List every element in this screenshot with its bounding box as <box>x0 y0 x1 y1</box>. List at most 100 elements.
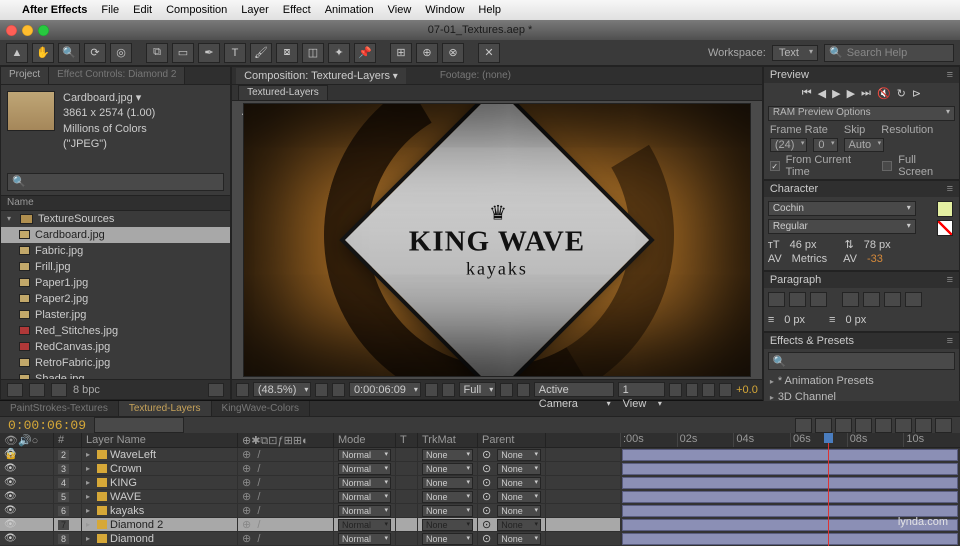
puppet-tool[interactable]: 📌 <box>354 43 376 63</box>
playhead[interactable] <box>828 433 829 546</box>
eraser-tool[interactable]: ◫ <box>302 43 324 63</box>
layer-bar[interactable] <box>622 505 958 517</box>
prev-frame-button[interactable]: ◀ <box>818 87 826 100</box>
layer-row[interactable]: 👁3▸Crown⊕ /NormalNone⊙None <box>0 462 620 476</box>
workspace-dropdown[interactable]: Text <box>772 45 818 61</box>
next-frame-button[interactable]: ▶ <box>847 87 855 100</box>
effects-row[interactable]: ▸* Animation Presets <box>764 373 959 389</box>
interpret-footage-icon[interactable] <box>7 383 23 397</box>
layer-row[interactable]: 👁8▸Diamond⊕ /NormalNone⊙None <box>0 532 620 546</box>
parent-dropdown[interactable]: None <box>497 505 541 517</box>
rect-tool[interactable]: ▭ <box>172 43 194 63</box>
camera-tool[interactable]: ◎ <box>110 43 132 63</box>
delete-icon[interactable] <box>208 383 224 397</box>
traffic-lights[interactable] <box>6 25 49 36</box>
folder-row[interactable]: ▾TextureSources <box>1 211 230 227</box>
clone-tool[interactable]: ⧇ <box>276 43 298 63</box>
parent-pickwhip[interactable]: ⊙ <box>482 462 491 475</box>
justify-left-button[interactable] <box>842 292 859 307</box>
axis-world[interactable]: ⊕ <box>416 43 438 63</box>
auto-keyframe-icon[interactable] <box>915 418 932 433</box>
snap-tool[interactable]: ✕ <box>478 43 500 63</box>
project-item[interactable]: Cardboard.jpg <box>1 227 230 243</box>
project-search[interactable]: 🔍 <box>7 173 224 191</box>
parent-pickwhip[interactable]: ⊙ <box>482 532 491 545</box>
fill-color-swatch[interactable] <box>937 201 953 217</box>
kerning[interactable]: Metrics <box>792 253 827 265</box>
parent-pickwhip[interactable]: ⊙ <box>482 518 491 531</box>
parent-dropdown[interactable]: None <box>497 477 541 489</box>
menu-app[interactable]: After Effects <box>22 4 87 16</box>
flowchart-icon[interactable] <box>719 383 732 397</box>
first-frame-button[interactable]: ⏮ <box>802 87 812 100</box>
type-tool[interactable]: T <box>224 43 246 63</box>
blend-mode-dropdown[interactable]: Normal <box>338 449 391 461</box>
project-item[interactable]: RedCanvas.jpg <box>1 339 230 355</box>
trkmat-dropdown[interactable]: None <box>422 463 473 475</box>
font-style-dropdown[interactable]: Regular <box>768 219 916 234</box>
draft-3d-icon[interactable] <box>815 418 832 433</box>
blend-mode-dropdown[interactable]: Normal <box>338 491 391 503</box>
parent-pickwhip[interactable]: ⊙ <box>482 476 491 489</box>
project-item[interactable]: Shade.jpg <box>1 371 230 379</box>
layer-bar[interactable] <box>622 449 958 461</box>
macos-menubar[interactable]: After Effects File Edit Composition Laye… <box>0 0 960 20</box>
parent-dropdown[interactable]: None <box>497 533 541 545</box>
brainstorm-icon[interactable] <box>895 418 912 433</box>
blend-mode-dropdown[interactable]: Normal <box>338 477 391 489</box>
resolution-dropdown[interactable]: Full <box>459 382 497 397</box>
tracking[interactable]: -33 <box>867 253 883 265</box>
project-item-list[interactable]: ▾TextureSources Cardboard.jpgFabric.jpgF… <box>1 211 230 379</box>
snapshot-icon[interactable] <box>425 383 438 397</box>
timeline-icon[interactable] <box>702 383 715 397</box>
visibility-toggle[interactable]: 👁 <box>4 519 17 530</box>
axis-local[interactable]: ⊞ <box>390 43 412 63</box>
pen-tool[interactable]: ✒ <box>198 43 220 63</box>
panel-menu-icon[interactable]: ≡ <box>947 335 953 347</box>
trkmat-dropdown[interactable]: None <box>422 533 473 545</box>
visibility-toggle[interactable]: 👁 <box>4 505 17 516</box>
camera-dropdown[interactable]: Active Camera <box>534 382 614 397</box>
timeline-tracks[interactable]: :00s02s04s06s08s10s <box>620 433 960 546</box>
project-item[interactable]: Paper2.jpg <box>1 291 230 307</box>
align-left-button[interactable] <box>768 292 785 307</box>
stroke-color-swatch[interactable] <box>937 220 953 236</box>
zoom-button[interactable] <box>38 25 49 36</box>
project-item[interactable]: Red_Stitches.jpg <box>1 323 230 339</box>
new-folder-icon[interactable] <box>29 383 45 397</box>
graph-editor-icon[interactable] <box>935 418 952 433</box>
parent-pickwhip[interactable]: ⊙ <box>482 504 491 517</box>
ram-preview-button[interactable]: ⊳ <box>912 87 921 100</box>
menu-view[interactable]: View <box>388 4 412 16</box>
menu-animation[interactable]: Animation <box>325 4 374 16</box>
layer-row[interactable]: 👁6▸kayaks⊕ /NormalNone⊙None <box>0 504 620 518</box>
trkmat-dropdown[interactable]: None <box>422 505 473 517</box>
trkmat-dropdown[interactable]: None <box>422 449 473 461</box>
menu-layer[interactable]: Layer <box>241 4 269 16</box>
grid-icon[interactable] <box>315 383 328 397</box>
frame-blend-icon[interactable] <box>855 418 872 433</box>
blend-mode-dropdown[interactable]: Normal <box>338 519 391 531</box>
visibility-toggle[interactable]: 👁 <box>4 477 17 488</box>
hide-shy-icon[interactable] <box>835 418 852 433</box>
fullscreen-checkbox[interactable] <box>882 161 892 171</box>
project-column-header[interactable]: Name <box>1 195 230 211</box>
font-size[interactable]: 46 px <box>790 239 817 251</box>
layer-bar[interactable] <box>622 463 958 475</box>
project-item[interactable]: Frill.jpg <box>1 259 230 275</box>
play-button[interactable]: ▶ <box>832 87 840 100</box>
resolution-preview-dropdown[interactable]: Auto <box>844 138 885 152</box>
skip-dropdown[interactable]: 0 <box>813 138 837 152</box>
selection-tool[interactable]: ▲ <box>6 43 28 63</box>
layer-row[interactable]: 👁4▸KING⊕ /NormalNone⊙None <box>0 476 620 490</box>
last-frame-button[interactable]: ⏭ <box>861 87 871 100</box>
rotate-tool[interactable]: ⟳ <box>84 43 106 63</box>
current-timecode[interactable]: 0:00:06:09 <box>8 418 86 433</box>
time-ruler[interactable]: :00s02s04s06s08s10s <box>620 433 960 448</box>
pixel-aspect-icon[interactable] <box>669 383 682 397</box>
menu-help[interactable]: Help <box>478 4 501 16</box>
zoom-tool[interactable]: 🔍 <box>58 43 80 63</box>
project-item[interactable]: RetroFabric.jpg <box>1 355 230 371</box>
project-tab[interactable]: Project <box>1 67 49 84</box>
timeline-tab[interactable]: KingWave-Colors <box>212 401 310 416</box>
